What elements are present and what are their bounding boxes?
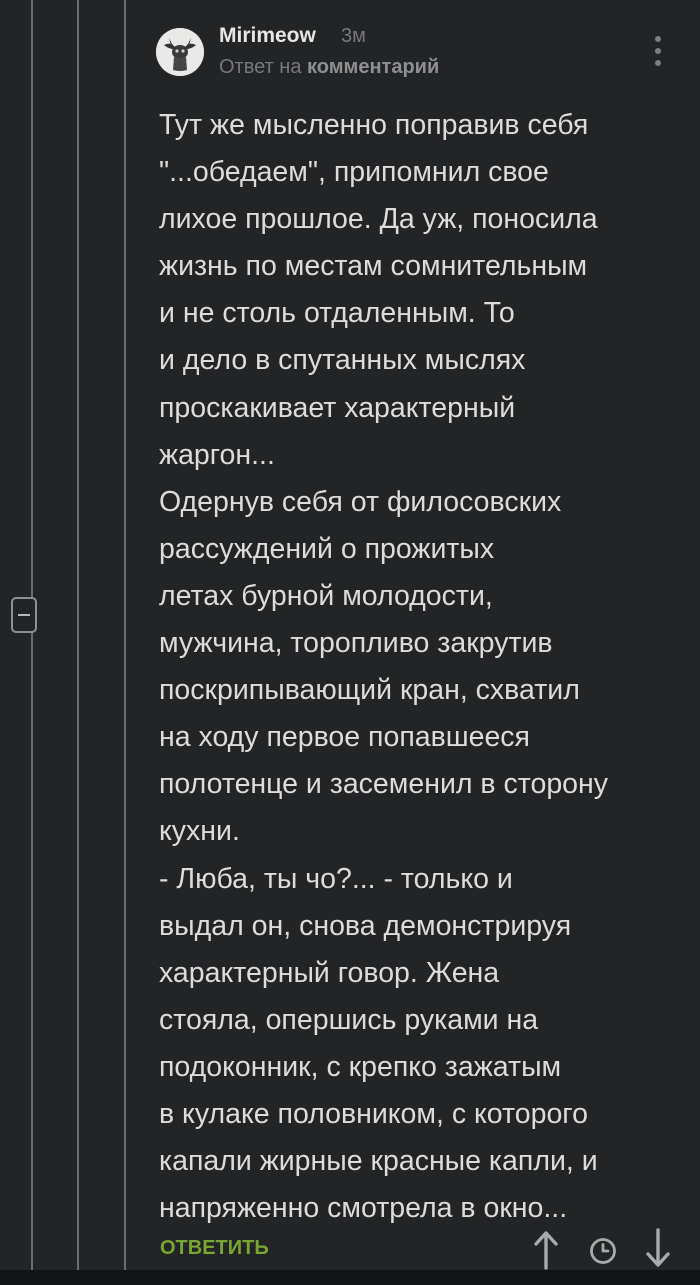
- thread-line: [77, 0, 79, 1270]
- cat-avatar-icon: [156, 28, 204, 76]
- reply-button[interactable]: ОТВЕТИТЬ: [160, 1237, 269, 1260]
- reply-to-line: Ответ на комментарий: [219, 56, 439, 79]
- more-menu-icon[interactable]: [650, 34, 666, 68]
- parent-comment-link[interactable]: комментарий: [307, 56, 439, 78]
- comment-body: Тут же мысленно поправив себя "...обедае…: [159, 109, 609, 1225]
- reply-prefix: Ответ на: [219, 56, 302, 78]
- author-name[interactable]: Mirimeow: [219, 24, 316, 48]
- thread-line: [124, 0, 126, 1270]
- minus-icon: [18, 614, 30, 616]
- arrow-down-icon[interactable]: [642, 1228, 674, 1270]
- comment-panel: Mirimeow 3м Ответ на комментарий Тут же …: [0, 0, 700, 1270]
- clock-icon[interactable]: [588, 1236, 618, 1266]
- thread-line: [31, 0, 33, 1270]
- collapse-thread-button[interactable]: [11, 597, 37, 633]
- comment-time: 3м: [341, 25, 366, 47]
- arrow-up-icon[interactable]: [530, 1228, 562, 1270]
- avatar[interactable]: [156, 28, 204, 76]
